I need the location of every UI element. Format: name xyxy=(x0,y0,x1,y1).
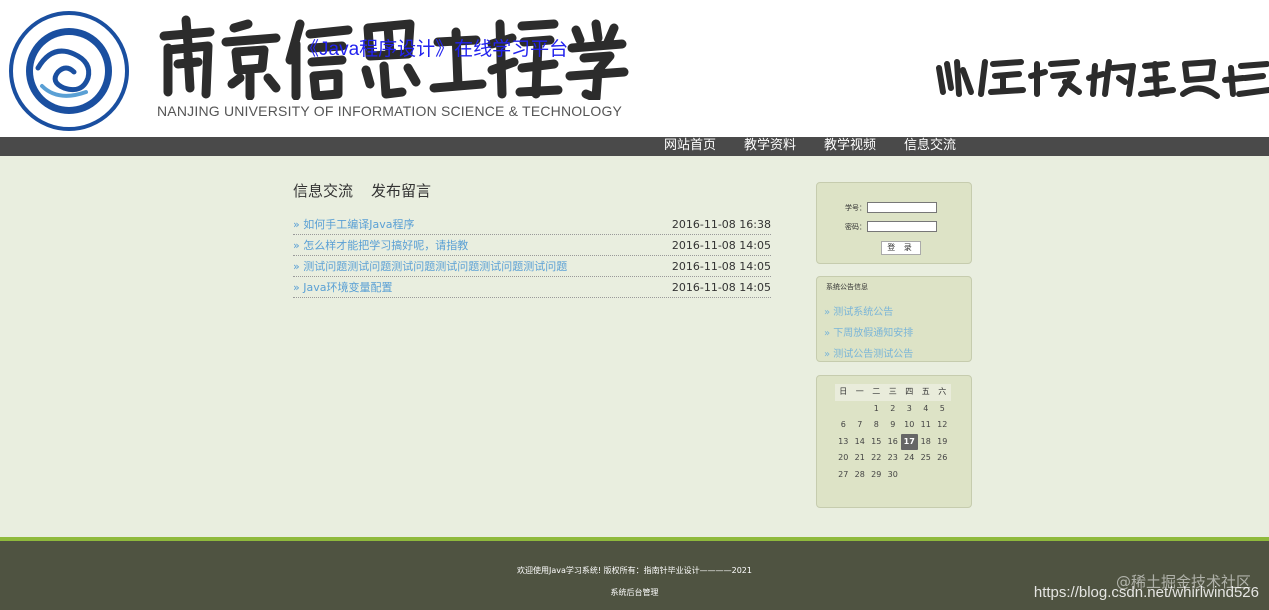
calendar-weekday-header: 四 xyxy=(901,384,918,401)
message-list: 如何手工编译Java程序 2016-11-08 16:38 怎么样才能把学习搞好… xyxy=(293,214,771,298)
tab-post-message[interactable]: 发布留言 xyxy=(371,180,431,202)
csdn-watermark: https://blog.csdn.net/whirlwind526 xyxy=(1033,584,1259,601)
university-motto-calligraphy xyxy=(936,59,1269,99)
calendar-day[interactable]: 7 xyxy=(852,417,869,434)
notice-box-title: 系统公告信息 xyxy=(826,283,868,291)
message-date: 2016-11-08 16:38 xyxy=(671,217,771,231)
calendar-day[interactable]: 24 xyxy=(901,450,918,467)
calendar-day[interactable]: 26 xyxy=(934,450,951,467)
calendar-day[interactable]: 1 xyxy=(868,401,885,418)
calendar-weekday-header: 五 xyxy=(917,384,934,401)
message-title-link[interactable]: 怎么样才能把学习搞好呢，请指教 xyxy=(293,237,468,253)
calendar-day[interactable]: 11 xyxy=(918,417,935,434)
password-label: 密码： xyxy=(845,222,866,231)
calendar-day[interactable]: 22 xyxy=(868,450,885,467)
notice-item[interactable]: 测试系统公告 xyxy=(824,303,893,318)
content-tabs: 信息交流 发布留言 xyxy=(293,180,771,202)
calendar-weekday-header: 三 xyxy=(884,384,901,401)
username-input[interactable] xyxy=(867,202,937,213)
calendar-weekday-header: 六 xyxy=(934,384,951,401)
main-nav-bar: 网站首页 教学资料 教学视频 信息交流 xyxy=(0,137,1269,156)
calendar-day[interactable]: 23 xyxy=(885,450,902,467)
footer-copyright: 欢迎使用Java学习系统! 版权所有：指南针毕业设计————2021 xyxy=(516,566,752,575)
message-row: 如何手工编译Java程序 2016-11-08 16:38 xyxy=(293,214,771,235)
calendar-today[interactable]: 17 xyxy=(901,433,918,451)
tab-info-exchange[interactable]: 信息交流 xyxy=(293,180,353,202)
login-box: 学号： 密码： 登 录 xyxy=(816,182,972,264)
calendar-day[interactable]: 14 xyxy=(852,434,869,451)
message-row: 怎么样才能把学习搞好呢，请指教 2016-11-08 14:05 xyxy=(293,235,771,256)
calendar-day[interactable]: 29 xyxy=(868,467,885,484)
login-button[interactable]: 登 录 xyxy=(881,241,921,255)
calendar-day[interactable]: 12 xyxy=(934,417,951,434)
site-header: 1960 NANJING UNIVERSITY OF INFORMATION S… xyxy=(0,0,1269,138)
username-label: 学号： xyxy=(845,203,866,212)
nav-info-exchange[interactable]: 信息交流 xyxy=(904,137,956,156)
message-date: 2016-11-08 14:05 xyxy=(671,280,771,294)
notice-item[interactable]: 测试公告测试公告 xyxy=(824,345,913,360)
password-input[interactable] xyxy=(867,221,937,232)
calendar-blank-cell xyxy=(852,401,869,418)
message-title-link[interactable]: Java环境变量配置 xyxy=(293,279,392,295)
calendar-day[interactable]: 15 xyxy=(868,434,885,451)
calendar-day[interactable]: 25 xyxy=(918,450,935,467)
calendar-day[interactable]: 18 xyxy=(918,434,935,451)
nav-teaching-materials[interactable]: 教学资料 xyxy=(744,137,796,156)
calendar-blank-cell xyxy=(835,401,852,418)
message-date: 2016-11-08 14:05 xyxy=(671,259,771,273)
calendar-day[interactable]: 21 xyxy=(852,450,869,467)
university-english-name: NANJING UNIVERSITY OF INFORMATION SCIENC… xyxy=(157,103,623,119)
message-board: 信息交流 发布留言 如何手工编译Java程序 2016-11-08 16:38 … xyxy=(293,180,771,298)
calendar-widget: 日一二三四五六 1 2 3 4 5 6 7 8 9 10 11 12 13 14 15 16 17 18 19 20 21… xyxy=(816,375,972,508)
message-title-link[interactable]: 如何手工编译Java程序 xyxy=(293,216,414,232)
calendar-grid: 日一二三四五六 1 2 3 4 5 6 7 8 9 10 11 12 13 14 15 16 17 18 19 20 21… xyxy=(835,384,951,484)
notice-item[interactable]: 下周放假通知安排 xyxy=(824,324,913,339)
nav-teaching-videos[interactable]: 教学视频 xyxy=(824,137,876,156)
calendar-weekday-header: 日 xyxy=(835,384,852,401)
message-row: Java环境变量配置 2016-11-08 14:05 xyxy=(293,277,771,298)
calendar-weekday-header: 一 xyxy=(851,384,868,401)
svg-text:1960: 1960 xyxy=(58,98,78,107)
university-seal-logo[interactable]: 1960 xyxy=(8,10,130,132)
calendar-day[interactable]: 8 xyxy=(868,417,885,434)
calendar-day[interactable]: 5 xyxy=(934,401,951,418)
calendar-day[interactable]: 13 xyxy=(835,434,852,451)
calendar-day[interactable]: 2 xyxy=(885,401,902,418)
system-notice-box: 系统公告信息 测试系统公告 下周放假通知安排 测试公告测试公告 xyxy=(816,276,972,362)
message-row: 测试问题测试问题测试问题测试问题测试问题测试问题 2016-11-08 14:0… xyxy=(293,256,771,277)
message-date: 2016-11-08 14:05 xyxy=(671,238,771,252)
calendar-day[interactable]: 16 xyxy=(885,434,902,451)
calendar-day[interactable]: 27 xyxy=(835,467,852,484)
message-title-link[interactable]: 测试问题测试问题测试问题测试问题测试问题测试问题 xyxy=(293,258,567,274)
site-title[interactable]: 《Java程序设计》在线学习平台 xyxy=(300,34,568,61)
calendar-day[interactable]: 19 xyxy=(934,434,951,451)
calendar-day[interactable]: 20 xyxy=(835,450,852,467)
calendar-day[interactable]: 30 xyxy=(885,467,902,484)
password-row: 密码： xyxy=(845,221,937,232)
nav-home[interactable]: 网站首页 xyxy=(664,137,716,156)
calendar-day[interactable]: 9 xyxy=(885,417,902,434)
username-row: 学号： xyxy=(845,202,937,213)
calendar-weekday-header: 二 xyxy=(868,384,885,401)
calendar-day[interactable]: 28 xyxy=(852,467,869,484)
site-footer: 欢迎使用Java学习系统! 版权所有：指南针毕业设计————2021 系统后台管… xyxy=(0,537,1269,610)
calendar-day[interactable]: 6 xyxy=(835,417,852,434)
calendar-day[interactable]: 4 xyxy=(918,401,935,418)
calendar-day[interactable]: 3 xyxy=(901,401,918,418)
calendar-day[interactable]: 10 xyxy=(901,417,918,434)
